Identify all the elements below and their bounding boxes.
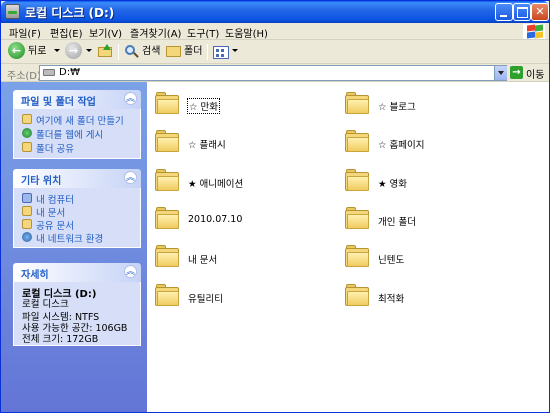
- back-arrow-icon[interactable]: [8, 42, 25, 59]
- address-dropdown-icon[interactable]: [494, 66, 507, 80]
- drive-icon: [43, 69, 55, 76]
- folder-item[interactable]: ★ 애니메이션: [155, 167, 355, 197]
- folder-label: ★ 영화: [378, 179, 408, 190]
- folder-label: ★ 애니메이션: [188, 179, 244, 190]
- collapse-icon[interactable]: [124, 170, 137, 184]
- forward-dropdown-icon[interactable]: [86, 49, 92, 52]
- computer-icon: [22, 193, 32, 203]
- address-path: D:₩: [59, 67, 80, 78]
- forward-arrow-icon[interactable]: [65, 42, 82, 59]
- menu-tools[interactable]: 도구(T): [187, 25, 219, 40]
- maximize-button[interactable]: [513, 3, 531, 21]
- panel-header[interactable]: 자세히: [13, 263, 141, 282]
- folder-icon: [345, 243, 371, 268]
- menu-favorites[interactable]: 즐겨찾기(A): [130, 25, 181, 40]
- menu-bar: 파일(F) 편집(E) 보기(V) 즐겨찾기(A) 도구(T) 도움말(H): [1, 23, 549, 40]
- back-button[interactable]: 뒤로: [28, 42, 46, 62]
- panel-header[interactable]: 파일 및 폴더 작업: [13, 90, 141, 109]
- folder-item[interactable]: ☆ 플래시: [155, 128, 355, 158]
- share-folder-icon: [22, 142, 32, 152]
- folder-icon: [155, 128, 181, 153]
- documents-icon: [22, 206, 32, 216]
- folder-icon: [345, 90, 371, 115]
- folder-view[interactable]: ☆ 만화 ☆ 블로그 ☆ 플래시 ☆ 홈페이지 ★ 애니메이션 ★ 영화 201…: [147, 82, 549, 412]
- folder-icon: [155, 90, 181, 115]
- folder-icon: [155, 243, 181, 268]
- folder-label: ☆ 블로그: [378, 102, 416, 113]
- minimize-button[interactable]: [495, 3, 513, 21]
- views-icon[interactable]: [212, 42, 230, 62]
- menu-file[interactable]: 파일(F): [9, 25, 41, 40]
- folder-icon: [345, 167, 371, 192]
- other-places-panel: 기타 위치 내 컴퓨터 내 문서 공유 문서 내 네트워크: [13, 169, 141, 248]
- search-button[interactable]: 검색: [142, 42, 160, 62]
- menu-edit[interactable]: 편집(E): [50, 25, 83, 40]
- toolbar-separator: [207, 44, 208, 60]
- folder-item[interactable]: 2010.07.10: [155, 205, 355, 235]
- folder-item[interactable]: ☆ 블로그: [345, 90, 545, 120]
- details-panel: 자세히 로컬 디스크 (D:) 로컬 디스크 파일 시스템: NTFS 사용 가…: [13, 263, 141, 346]
- windows-logo-icon: [523, 24, 545, 39]
- up-folder-icon[interactable]: [97, 42, 113, 62]
- new-folder-icon: [22, 114, 32, 124]
- file-folder-tasks-panel: 파일 및 폴더 작업 여기에 새 폴더 만들기 폴더를 웹에 게시 폴더 공유: [13, 90, 141, 159]
- back-dropdown-icon[interactable]: [54, 49, 60, 52]
- folder-item[interactable]: ☆ 만화: [155, 90, 355, 120]
- network-icon: [22, 232, 32, 242]
- folder-item[interactable]: 개인 폴더: [345, 205, 545, 235]
- collapse-icon[interactable]: [124, 264, 137, 278]
- folder-icon: [345, 205, 371, 230]
- panel-header[interactable]: 기타 위치: [13, 169, 141, 188]
- toolbar: 뒤로 검색 폴더: [1, 40, 549, 64]
- go-button[interactable]: → 이동: [510, 65, 549, 81]
- menu-help[interactable]: 도움말(H): [225, 25, 268, 40]
- task-pane: 파일 및 폴더 작업 여기에 새 폴더 만들기 폴더를 웹에 게시 폴더 공유: [1, 82, 147, 412]
- folder-icon: [155, 167, 181, 192]
- views-dropdown-icon[interactable]: [232, 49, 238, 52]
- collapse-icon[interactable]: [124, 91, 137, 105]
- folder-item[interactable]: ★ 영화: [345, 167, 545, 197]
- folder-icon: [155, 282, 181, 307]
- folder-label: ☆ 플래시: [188, 140, 226, 151]
- folder-label: 개인 폴더: [378, 217, 416, 228]
- folder-item[interactable]: 유틸리티: [155, 282, 355, 312]
- shared-documents-icon: [22, 219, 32, 229]
- folder-label: 2010.07.10: [188, 214, 243, 225]
- folder-label: 닌텐도: [378, 255, 405, 266]
- address-label: 주소(D): [7, 71, 41, 82]
- folder-icon: [155, 205, 181, 230]
- window-title: 로컬 디스크 (D:): [25, 6, 115, 20]
- folders-icon[interactable]: [165, 42, 183, 62]
- folder-item[interactable]: 내 문서: [155, 243, 355, 273]
- folder-label: 최적화: [378, 294, 405, 305]
- go-arrow-icon: →: [510, 66, 523, 79]
- explorer-window: 로컬 디스크 (D:) 파일(F) 편집(E) 보기(V) 즐겨찾기(A) 도구…: [0, 0, 550, 413]
- toolbar-separator: [118, 44, 119, 60]
- address-input[interactable]: D:₩: [39, 65, 507, 81]
- details-type: 로컬 디스크: [22, 299, 69, 310]
- drive-icon: [5, 4, 20, 19]
- folder-label: 내 문서: [188, 255, 218, 266]
- close-button[interactable]: [531, 3, 549, 21]
- globe-icon: [22, 128, 32, 138]
- folder-label: 유틸리티: [188, 294, 223, 305]
- folder-label: ☆ 홈페이지: [378, 140, 425, 151]
- folders-button[interactable]: 폴더: [184, 42, 202, 62]
- search-icon[interactable]: [123, 42, 141, 62]
- menu-view[interactable]: 보기(V): [89, 25, 122, 40]
- folder-label: ☆ 만화: [186, 98, 221, 114]
- folder-item[interactable]: 닌텐도: [345, 243, 545, 273]
- title-bar[interactable]: 로컬 디스크 (D:): [1, 1, 549, 23]
- folder-item[interactable]: ☆ 홈페이지: [345, 128, 545, 158]
- folder-item[interactable]: 최적화: [345, 282, 545, 312]
- folder-icon: [345, 128, 371, 153]
- folder-icon: [345, 282, 371, 307]
- details-total-size: 전체 크기: 172GB: [22, 334, 99, 345]
- address-bar: 주소(D) D:₩ → 이동: [1, 64, 549, 82]
